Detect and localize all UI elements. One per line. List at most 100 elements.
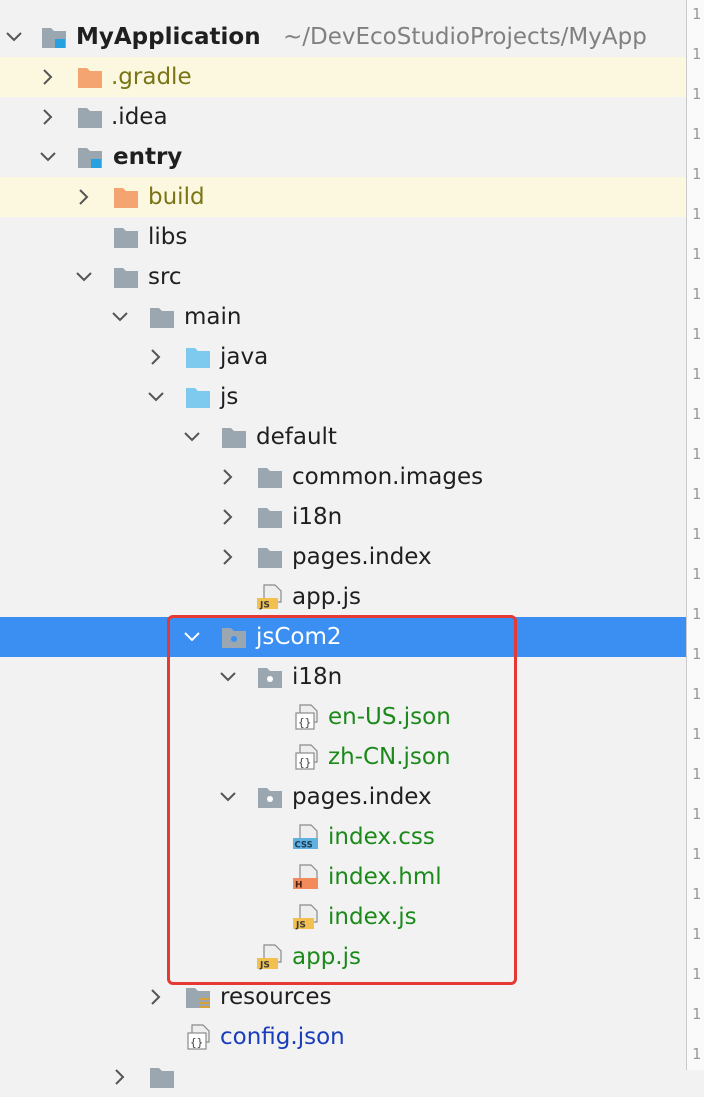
tree-item-src[interactable]: src xyxy=(0,257,686,297)
tree-item-app-js[interactable]: JS app.js xyxy=(0,577,686,617)
tree-item-config-json[interactable]: {} config.json xyxy=(0,1017,686,1057)
chevron-right-icon[interactable] xyxy=(37,57,59,97)
svg-text:JS: JS xyxy=(259,601,270,611)
chevron-down-icon[interactable] xyxy=(3,17,25,57)
folder-icon xyxy=(256,464,284,490)
chevron-down-icon[interactable] xyxy=(181,417,203,457)
tree-item-label: pages.index xyxy=(292,544,432,570)
js-file-icon: JS xyxy=(256,944,284,971)
folder-icon xyxy=(220,424,248,450)
tree-item-label: resources xyxy=(220,984,332,1010)
tree-item-label: jsCom2 xyxy=(256,624,342,650)
line-number: 1 xyxy=(692,965,702,983)
svg-text:{}: {} xyxy=(298,756,311,769)
tree-item-label: index.hml xyxy=(328,864,442,890)
tree-item-label: js xyxy=(220,384,239,410)
tree-item-main[interactable]: main xyxy=(0,297,686,337)
chevron-right-icon[interactable] xyxy=(37,97,59,137)
line-number: 1 xyxy=(692,725,702,743)
line-number: 1 xyxy=(692,845,702,863)
chevron-down-icon[interactable] xyxy=(217,777,239,817)
tree-item-build[interactable]: build xyxy=(0,177,686,217)
line-number: 1 xyxy=(692,445,702,463)
tree-item-label: common.images xyxy=(292,464,484,490)
folder-icon xyxy=(256,544,284,570)
tree-item-label: main xyxy=(184,304,242,330)
tree-item-js[interactable]: js xyxy=(0,377,686,417)
package-folder-icon xyxy=(256,784,284,810)
tree-item-label: zh-CN.json xyxy=(328,744,451,770)
chevron-right-icon[interactable] xyxy=(73,177,95,217)
tree-item-idea[interactable]: .idea xyxy=(0,97,686,137)
tree-item-default[interactable]: default xyxy=(0,417,686,457)
tree-item-myapplication[interactable]: MyApplication ~/DevEcoStudioProjects/MyA… xyxy=(0,17,686,57)
tree-item-index-hml[interactable]: H index.hml xyxy=(0,857,686,897)
tree-item-label: i18n xyxy=(292,504,343,530)
chevron-right-icon[interactable] xyxy=(145,977,167,1017)
tree-item-label: app.js xyxy=(292,584,361,610)
tree-item-label: default xyxy=(256,424,337,450)
chevron-right-icon[interactable] xyxy=(217,497,239,537)
chevron-down-icon[interactable] xyxy=(73,257,95,297)
line-number: 1 xyxy=(692,1005,702,1023)
line-number: 1 xyxy=(692,885,702,903)
folder-icon xyxy=(76,104,104,130)
tree-item-label: entry xyxy=(113,144,183,170)
line-number: 1 xyxy=(692,245,702,263)
tree-item-jscom2-pages-index[interactable]: pages.index xyxy=(0,777,686,817)
tree-item-en-us-json[interactable]: {} en-US.json xyxy=(0,697,686,737)
project-name: MyApplication xyxy=(76,24,261,50)
tree-item-label: libs xyxy=(148,224,188,250)
chevron-down-icon[interactable] xyxy=(109,297,131,337)
chevron-down-icon[interactable] xyxy=(145,377,167,417)
package-folder-icon xyxy=(256,664,284,690)
svg-text:H: H xyxy=(295,881,303,891)
tree-item-index-js[interactable]: JS index.js xyxy=(0,897,686,937)
json-file-icon: {} xyxy=(184,1024,212,1050)
chevron-right-icon[interactable] xyxy=(145,337,167,377)
tree-item-label: index.js xyxy=(328,904,417,930)
line-number: 1 xyxy=(692,125,702,143)
tree-item-resources[interactable]: resources xyxy=(0,977,686,1017)
project-path: ~/DevEcoStudioProjects/MyApp xyxy=(283,24,647,50)
line-number: 1 xyxy=(692,765,702,783)
chevron-down-icon[interactable] xyxy=(181,617,203,657)
tree-item-jscom2[interactable]: jsCom2 xyxy=(0,617,686,657)
excluded-folder-icon xyxy=(76,64,104,90)
line-number: 1 xyxy=(692,405,702,423)
line-number: 1 xyxy=(692,45,702,63)
json-file-icon: {} xyxy=(292,704,320,730)
tree-item-partial xyxy=(0,1057,686,1097)
line-number: 1 xyxy=(692,685,702,703)
line-number: 1 xyxy=(692,205,702,223)
line-number: 1 xyxy=(692,925,702,943)
chevron-down-icon[interactable] xyxy=(37,137,59,177)
chevron-down-icon[interactable] xyxy=(217,657,239,697)
chevron-right-icon[interactable] xyxy=(217,457,239,497)
tree-item-gradle[interactable]: .gradle xyxy=(0,57,686,97)
tree-item-label: .gradle xyxy=(111,64,192,90)
module-folder-icon xyxy=(76,144,104,170)
tree-item-i18n[interactable]: i18n xyxy=(0,497,686,537)
chevron-right-icon[interactable] xyxy=(217,537,239,577)
tree-item-label: i18n xyxy=(292,664,343,690)
tree-item-jscom2-i18n[interactable]: i18n xyxy=(0,657,686,697)
svg-text:{}: {} xyxy=(298,716,311,729)
editor-gutter: 1 1 1 1 1 1 1 1 1 1 1 1 1 1 1 1 1 1 1 1 1 1 1 1 1 1 1 xyxy=(686,0,704,1070)
folder-icon xyxy=(148,1064,176,1090)
tree-item-common-images[interactable]: common.images xyxy=(0,457,686,497)
tree-item-index-css[interactable]: CSS index.css xyxy=(0,817,686,857)
tree-item-jscom2-app-js[interactable]: JS app.js xyxy=(0,937,686,977)
svg-text:{}: {} xyxy=(190,1036,203,1049)
tree-item-zh-cn-json[interactable]: {} zh-CN.json xyxy=(0,737,686,777)
module-folder-icon xyxy=(40,24,68,50)
tree-item-pages-index[interactable]: pages.index xyxy=(0,537,686,577)
tree-item-java[interactable]: java xyxy=(0,337,686,377)
folder-icon xyxy=(148,304,176,330)
chevron-right-icon[interactable] xyxy=(109,1057,131,1097)
tree-item-libs[interactable]: libs xyxy=(0,217,686,257)
tree-item-entry[interactable]: entry xyxy=(0,137,686,177)
tree-item-label: config.json xyxy=(220,1024,345,1050)
folder-icon xyxy=(112,224,140,250)
svg-text:JS: JS xyxy=(295,921,306,931)
